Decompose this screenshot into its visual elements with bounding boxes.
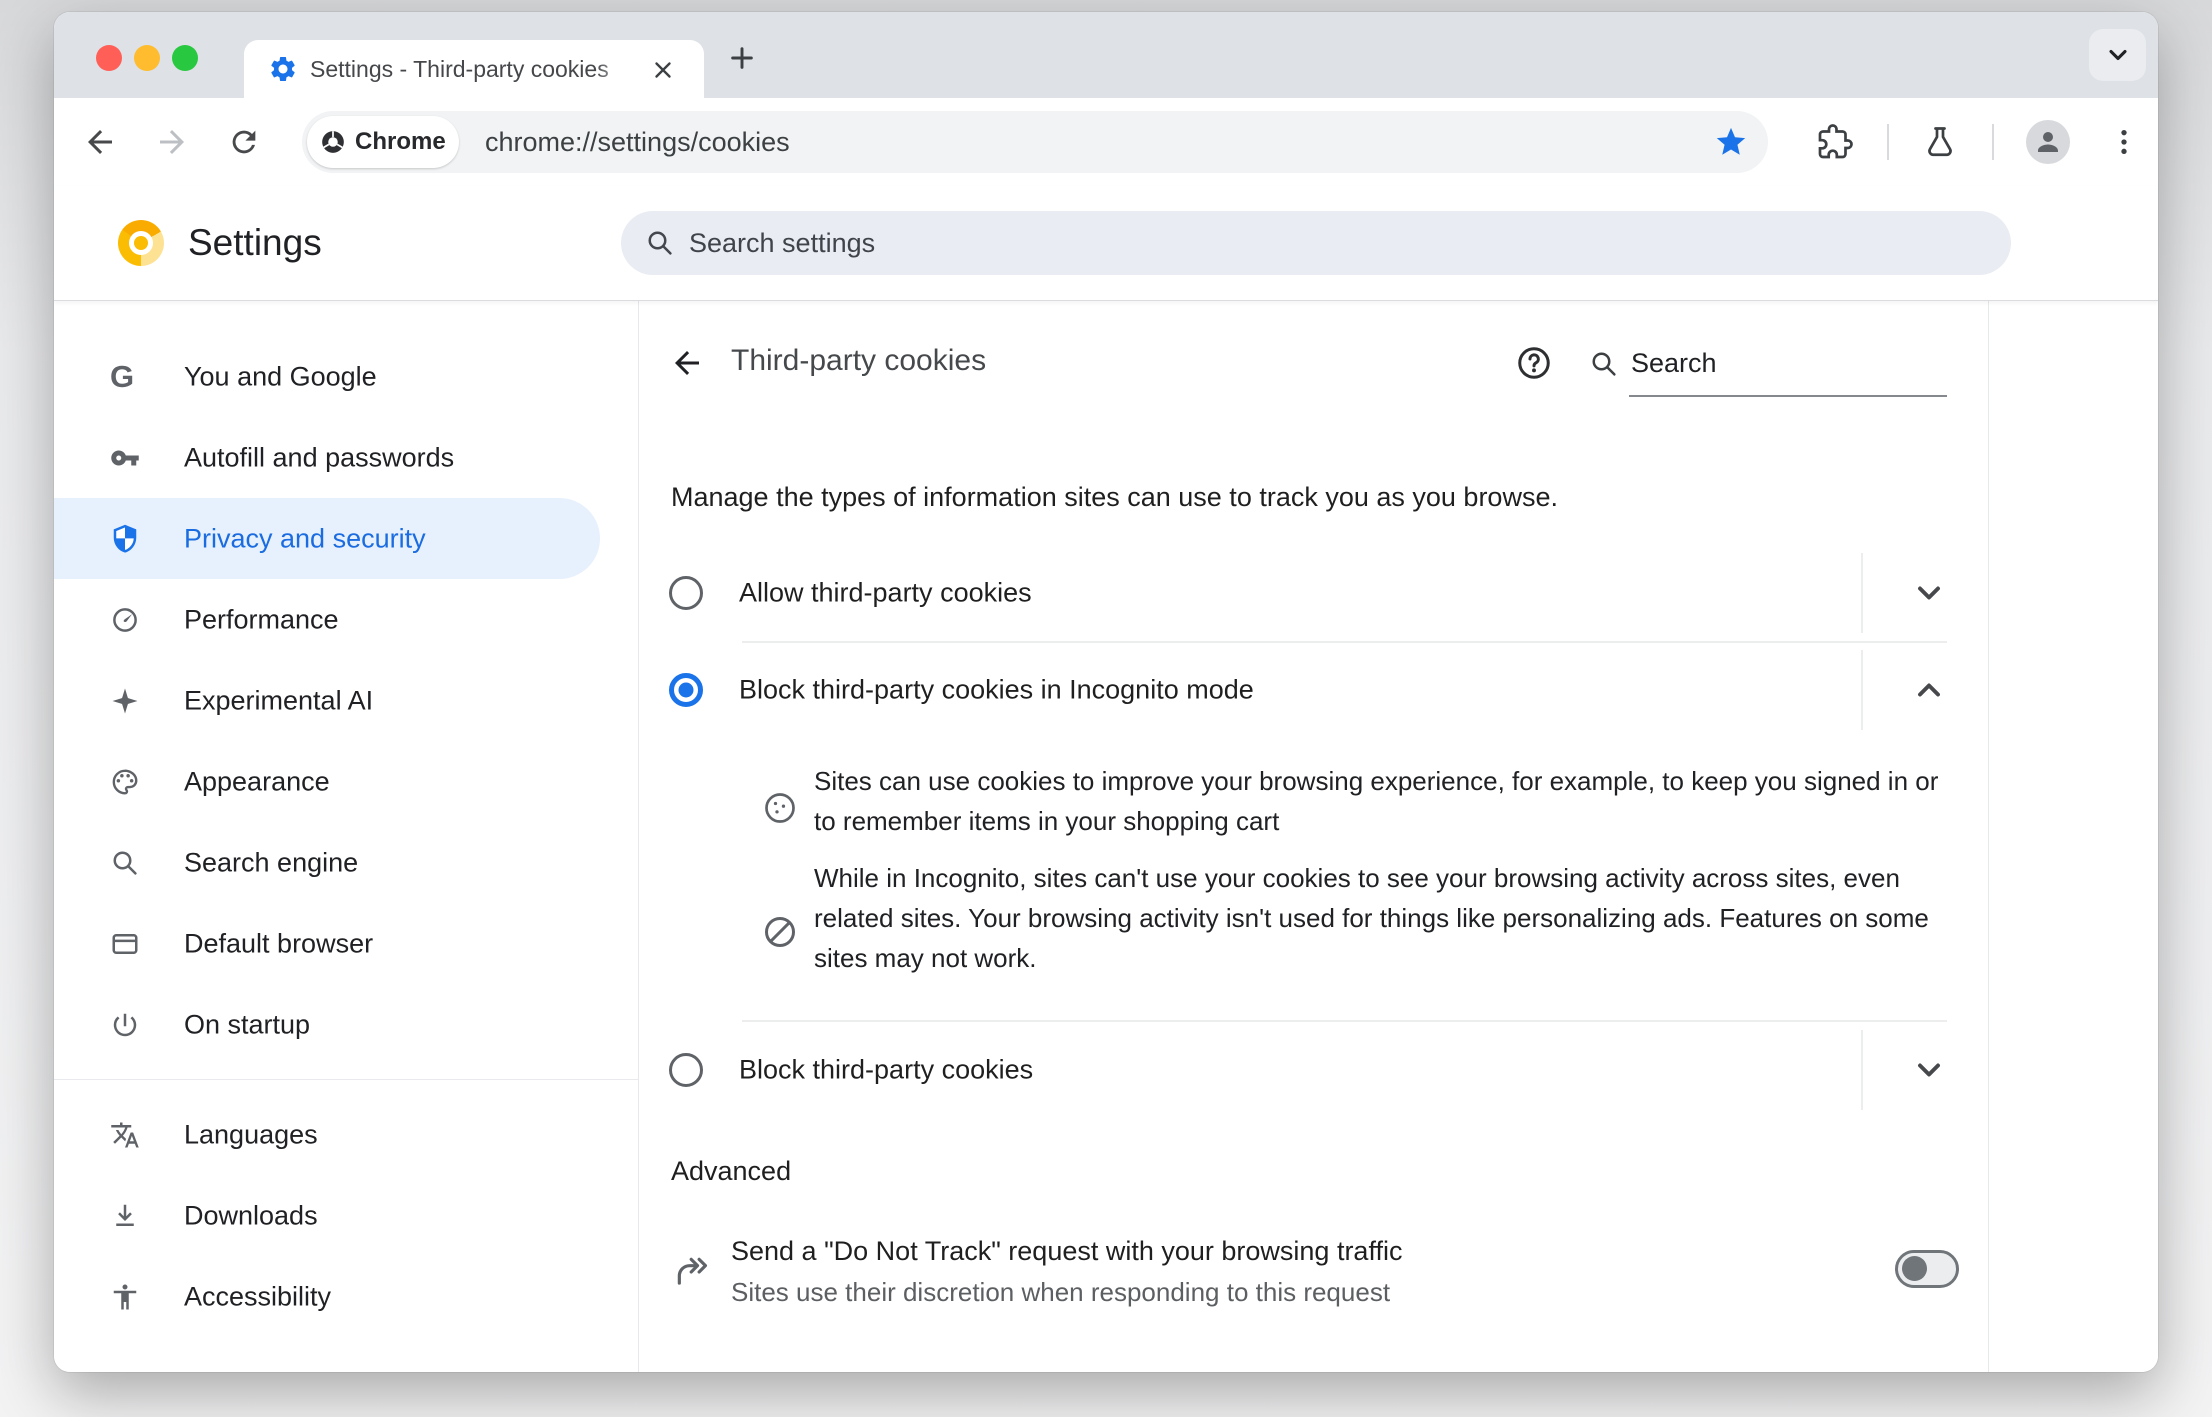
address-bar[interactable]: Chrome chrome://settings/cookies <box>302 111 1768 173</box>
page-back-icon[interactable] <box>669 345 705 381</box>
chrome-logo-icon <box>320 129 346 155</box>
radio-checked[interactable] <box>669 673 703 707</box>
sidebar-item-downloads[interactable]: Downloads <box>54 1175 638 1256</box>
do-not-track-subtitle: Sites use their discretion when respondi… <box>731 1277 1391 1307</box>
menu-dots-icon[interactable] <box>2104 122 2144 162</box>
tab-search-button[interactable] <box>2089 29 2146 81</box>
chip-label: Chrome <box>355 128 446 155</box>
sidebar-item-search-engine[interactable]: Search engine <box>54 822 638 903</box>
download-icon <box>110 1201 140 1231</box>
palette-icon <box>110 767 140 797</box>
sidebar-item-default-browser[interactable]: Default browser <box>54 903 638 984</box>
magnifier-icon <box>110 848 140 878</box>
help-icon[interactable] <box>1516 345 1552 381</box>
option-separator <box>1861 1030 1863 1110</box>
chevron-down-icon[interactable] <box>1911 575 1947 611</box>
sidebar-item-autofill[interactable]: Autofill and passwords <box>54 417 638 498</box>
extensions-puzzle-icon[interactable] <box>1815 122 1855 162</box>
tab-close-icon[interactable] <box>646 53 680 87</box>
sparkle-icon <box>110 686 140 716</box>
settings-search-placeholder: Search settings <box>689 228 876 258</box>
sidebar-item-appearance[interactable]: Appearance <box>54 741 638 822</box>
browser-window: Settings - Third-party cookies Chrome ch… <box>54 12 2158 1372</box>
back-icon[interactable] <box>80 122 120 162</box>
settings-header: Settings Search settings <box>54 186 2158 301</box>
page-search-input[interactable]: Search <box>1631 348 1717 379</box>
translate-icon <box>110 1120 140 1150</box>
radio-unchecked[interactable] <box>669 576 703 610</box>
toolbar-divider <box>1887 124 1889 160</box>
page-intro-text: Manage the types of information sites ca… <box>671 482 1558 512</box>
option-block-third-party-cookies[interactable]: Block third-party cookies <box>639 1022 1988 1118</box>
radio-unchecked[interactable] <box>669 1053 703 1087</box>
sidebar-item-languages[interactable]: Languages <box>54 1094 638 1175</box>
browser-toolbar: Chrome chrome://settings/cookies <box>54 98 2158 187</box>
sidebar-divider <box>54 1079 638 1080</box>
sidebar-item-experimental-ai[interactable]: Experimental AI <box>54 660 638 741</box>
labs-flask-icon[interactable] <box>1920 122 1960 162</box>
url-text[interactable]: chrome://settings/cookies <box>485 111 790 173</box>
settings-search-input[interactable]: Search settings <box>621 211 2011 275</box>
sidebar-item-accessibility[interactable]: Accessibility <box>54 1256 638 1337</box>
cookie-icon <box>762 790 798 826</box>
option-allow-third-party-cookies[interactable]: Allow third-party cookies <box>639 545 1988 641</box>
tab-strip: Settings - Third-party cookies <box>54 12 2158 98</box>
page-title: Third-party cookies <box>731 344 987 377</box>
blocked-icon <box>762 914 798 950</box>
new-tab-button[interactable] <box>719 35 765 81</box>
page-search-icon[interactable] <box>1589 349 1619 379</box>
settings-sidebar: G You and Google Autofill and passwords <box>54 300 639 1372</box>
option-separator <box>1861 553 1863 633</box>
settings-title: Settings <box>188 222 322 263</box>
expanded-detail-text: While in Incognito, sites can't use your… <box>814 863 1929 973</box>
do-not-track-toggle[interactable] <box>1895 1250 1959 1288</box>
toolbar-divider <box>1992 124 1994 160</box>
speedometer-icon <box>110 605 140 635</box>
power-icon <box>110 1010 140 1040</box>
chrome-canary-logo-icon <box>118 220 164 266</box>
traffic-light-close[interactable] <box>96 45 122 71</box>
third-party-cookies-page: Third-party cookies Search Manage the ty… <box>639 300 1989 1372</box>
expanded-detail-text: Sites can use cookies to improve your br… <box>814 766 1939 836</box>
key-icon <box>110 443 140 473</box>
google-g-icon: G <box>110 358 135 394</box>
sidebar-item-privacy-and-security[interactable]: Privacy and security <box>54 498 600 579</box>
chrome-site-chip[interactable]: Chrome <box>307 116 459 168</box>
settings-body: G You and Google Autofill and passwords <box>54 300 2158 1372</box>
profile-avatar[interactable] <box>2026 120 2070 164</box>
advanced-section-label: Advanced <box>671 1156 792 1186</box>
traffic-light-zoom[interactable] <box>172 45 198 71</box>
option-separator <box>1861 650 1863 730</box>
tab-title: Settings - Third-party cookies <box>310 56 609 82</box>
traffic-light-minimize[interactable] <box>134 45 160 71</box>
forward-icon[interactable] <box>152 122 192 162</box>
active-tab[interactable]: Settings - Third-party cookies <box>244 40 704 98</box>
shield-icon <box>110 524 140 554</box>
sidebar-item-performance[interactable]: Performance <box>54 579 638 660</box>
right-gutter <box>1989 300 2158 1372</box>
browser-window-icon <box>110 929 140 959</box>
settings-gear-favicon-icon <box>268 54 298 84</box>
bookmark-star-icon[interactable] <box>1714 125 1748 159</box>
chevron-up-icon[interactable] <box>1911 672 1947 708</box>
tab-title-fade <box>596 48 640 90</box>
search-icon <box>645 228 675 258</box>
do-not-track-arrow-icon <box>673 1253 711 1291</box>
option-block-third-party-incognito[interactable]: Block third-party cookies in Incognito m… <box>639 642 1988 738</box>
accessibility-person-icon <box>110 1282 140 1312</box>
do-not-track-title: Send a "Do Not Track" request with your … <box>731 1236 1403 1266</box>
toggle-knob <box>1902 1256 1927 1281</box>
reload-icon[interactable] <box>224 122 264 162</box>
sidebar-item-you-and-google[interactable]: G You and Google <box>54 336 638 417</box>
sidebar-item-on-startup[interactable]: On startup <box>54 984 638 1065</box>
chevron-down-icon[interactable] <box>1911 1052 1947 1088</box>
page-search-underline <box>1629 395 1947 397</box>
